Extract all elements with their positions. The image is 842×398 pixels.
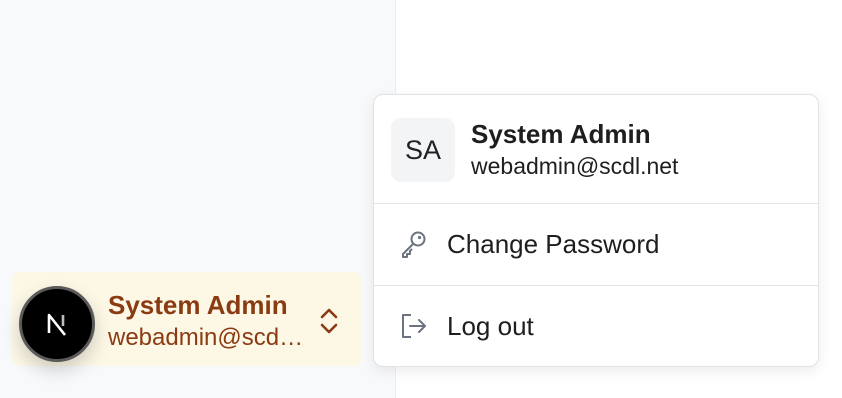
change-password-menu-item[interactable]: Change Password bbox=[374, 204, 818, 284]
sidebar: System Admin webadmin@scdl.net bbox=[0, 0, 396, 398]
user-name: System Admin bbox=[108, 290, 288, 320]
change-password-label: Change Password bbox=[447, 228, 660, 259]
key-icon bbox=[402, 231, 426, 258]
menu-user-email: webadmin@scdl.net bbox=[471, 153, 679, 179]
user-dropdown-menu: SA System Admin webadmin@scdl.net Change… bbox=[373, 94, 819, 367]
logout-menu-item[interactable]: Log out bbox=[374, 286, 818, 366]
menu-user-name: System Admin bbox=[471, 119, 651, 149]
user-menu-trigger[interactable]: System Admin webadmin@scdl.net bbox=[12, 272, 362, 366]
avatar bbox=[19, 286, 95, 362]
nextjs-logo-icon bbox=[47, 313, 67, 336]
avatar-initials: SA bbox=[391, 118, 455, 182]
user-email: webadmin@scdl.net bbox=[108, 324, 304, 351]
logout-icon bbox=[402, 314, 426, 338]
logout-label: Log out bbox=[447, 310, 534, 341]
menu-header: SA System Admin webadmin@scdl.net bbox=[374, 95, 818, 203]
chevron-up-down-icon[interactable] bbox=[317, 305, 341, 337]
